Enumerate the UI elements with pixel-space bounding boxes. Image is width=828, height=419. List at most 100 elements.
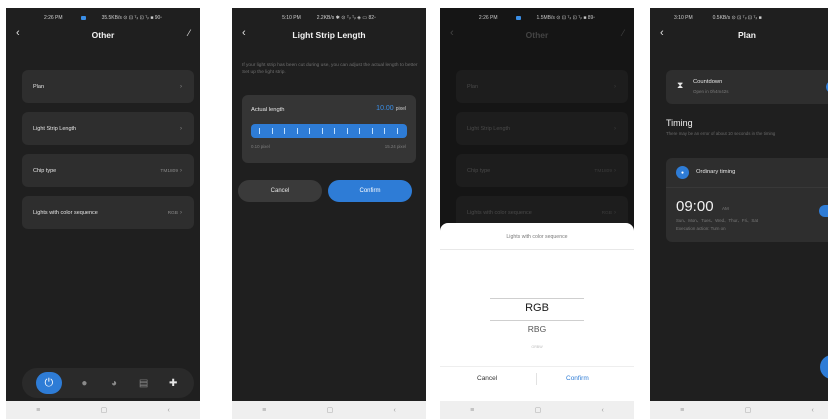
divider xyxy=(666,187,828,188)
divider xyxy=(536,373,537,385)
cancel-button[interactable]: Cancel xyxy=(238,180,322,202)
back-nav-icon[interactable]: ‹ xyxy=(602,407,604,414)
slider-tick xyxy=(309,128,310,134)
bulb-icon[interactable]: ● xyxy=(77,376,91,390)
picker-line-bottom xyxy=(490,320,584,321)
add-timer-button[interactable]: + xyxy=(820,355,828,379)
status-dot-icon xyxy=(515,16,521,20)
hourglass-icon: ⧗ xyxy=(677,80,684,90)
slider-tick xyxy=(384,128,385,134)
slider-tick xyxy=(259,128,260,134)
bottom-nav: ⏻ ● ◕ ▤ ✚ xyxy=(22,368,194,398)
timer-ampm: AM xyxy=(722,206,729,211)
status-network: 0.5KB/s ⊙ ⊡ ᵀᵢₗ ⊡ ᵀᵢₗ ■ xyxy=(712,15,762,21)
home-icon[interactable]: ▢ xyxy=(745,406,752,414)
status-time: 5:10 PM xyxy=(282,15,301,21)
row-value: TM1809 xyxy=(160,168,178,174)
back-icon[interactable]: ‹ xyxy=(660,27,664,39)
page-title: Other xyxy=(91,30,115,40)
home-icon[interactable]: ▢ xyxy=(101,406,108,414)
countdown-card[interactable]: ⧗ Countdown Open in 0h4m42s xyxy=(666,70,828,104)
row-chip-type[interactable]: Chip type TM1809 › xyxy=(22,154,194,187)
length-card: Actual length 10.00 pixel 0.10 pixel 15.2… xyxy=(242,95,416,163)
edit-icon[interactable]: ⁄ xyxy=(188,28,190,38)
status-bar: 5:10 PM 2.2KB/s ✱ ⊙ ᵀᵢₗ ᵀᵢₗ ◈ ▭ 82▫ xyxy=(232,8,426,24)
chevron-right-icon: › xyxy=(614,125,616,132)
page-title: Other xyxy=(525,30,549,40)
more-grid-icon[interactable]: ✚ xyxy=(166,376,180,390)
ordinary-timing-card: ● Ordinary timing ▲ 09:00 AM Sun、Mon、Tue… xyxy=(666,158,828,242)
page-header: ‹ Plan xyxy=(650,24,828,46)
slider-max: 15.24 pixel xyxy=(384,144,406,149)
row-label: Chip type xyxy=(33,167,57,174)
row-value: TM1809 xyxy=(594,168,612,174)
back-nav-icon[interactable]: ‹ xyxy=(812,407,814,414)
back-icon[interactable]: ‹ xyxy=(16,27,20,39)
chevron-right-icon: › xyxy=(180,209,182,216)
menu-icon[interactable]: ≡ xyxy=(262,407,266,414)
picker-sheet: Lights with color sequence RGB RBG GRBW … xyxy=(440,223,634,419)
row-label: Chip type xyxy=(467,167,491,174)
status-network: 2.2KB/s ✱ ⊙ ᵀᵢₗ ᵀᵢₗ ◈ ▭ 82▫ xyxy=(316,15,376,21)
row-value: RGB xyxy=(601,210,612,216)
status-bar: 2:26 PM 1.5MB/s ⊙ ⊡ ᵀᵢₗ ⊡ ᵀᵢₗ ■ 89▫ xyxy=(440,8,634,24)
length-slider[interactable] xyxy=(251,124,407,138)
page-header: ‹ Other ⁄ xyxy=(440,24,634,46)
row-color-sequence[interactable]: Lights with color sequence RGB › xyxy=(22,196,194,229)
menu-icon[interactable]: ≡ xyxy=(470,407,474,414)
phone-color-sequence-picker: 2:26 PM 1.5MB/s ⊙ ⊡ ᵀᵢₗ ⊡ ᵀᵢₗ ■ 89▫ ‹ Ot… xyxy=(440,8,634,419)
countdown-title: Countdown xyxy=(693,79,723,85)
back-nav-icon[interactable]: ‹ xyxy=(168,407,170,414)
status-dot-icon xyxy=(80,16,86,20)
slider-tick xyxy=(359,128,360,134)
chevron-right-icon: › xyxy=(614,167,616,174)
length-number: 10.00 xyxy=(376,105,394,112)
row-value: RGB xyxy=(167,210,178,216)
sheet-title: Lights with color sequence xyxy=(506,234,568,240)
slider-min: 0.10 pixel xyxy=(251,144,270,149)
back-icon[interactable]: ‹ xyxy=(242,27,246,39)
page-header: ‹ Other ⁄ xyxy=(6,24,200,46)
phone-other-settings: 2:26 PM 35.5KB/s ⊙ ⊡ ᵀᵢₗ ⊡ ᵀᵢₗ ■ 90▫ ‹ O… xyxy=(6,8,200,419)
slider-tick xyxy=(271,128,273,134)
timer-toggle[interactable] xyxy=(819,205,828,217)
phone-light-strip-length: 5:10 PM 2.2KB/s ✱ ⊙ ᵀᵢₗ ᵀᵢₗ ◈ ▭ 82▫ ‹ Li… xyxy=(232,8,426,419)
music-icon[interactable]: ▤ xyxy=(137,376,151,390)
clock-icon: ● xyxy=(676,166,689,179)
picker-option[interactable]: GRBW xyxy=(440,345,634,349)
confirm-button[interactable]: Confirm xyxy=(566,375,589,382)
status-time: 2:26 PM xyxy=(43,15,63,21)
row-label: Light Strip Length xyxy=(33,125,77,132)
home-icon[interactable]: ▢ xyxy=(535,406,542,414)
home-icon[interactable]: ▢ xyxy=(327,406,334,414)
page-title: Plan xyxy=(738,30,756,40)
status-bar: 3:10 PM 0.5KB/s ⊙ ⊡ ᵀᵢₗ ⊡ ᵀᵢₗ ■ xyxy=(650,8,828,24)
timing-hint: There may be an error of about 10 second… xyxy=(666,131,776,136)
picker-line-top xyxy=(490,298,584,299)
power-icon[interactable]: ⏻ xyxy=(35,372,62,394)
picker-option-selected[interactable]: RGB xyxy=(440,302,634,314)
row-label: Lights with color sequence xyxy=(467,209,532,216)
system-nav-bar: ≡ ▢ ‹ xyxy=(232,401,426,419)
slider-tick xyxy=(284,128,285,134)
timer-time: 09:00 xyxy=(676,198,714,215)
picker-option[interactable]: RBG xyxy=(440,324,634,334)
menu-icon[interactable]: ≡ xyxy=(680,407,684,414)
status-time: 3:10 PM xyxy=(674,15,693,21)
row-plan[interactable]: Plan › xyxy=(456,70,628,103)
row-light-strip-length[interactable]: Light Strip Length › xyxy=(456,112,628,145)
row-light-strip-length[interactable]: Light Strip Length › xyxy=(22,112,194,145)
back-icon[interactable]: ‹ xyxy=(450,27,454,39)
row-chip-type[interactable]: Chip type TM1809 › xyxy=(456,154,628,187)
confirm-button[interactable]: Confirm xyxy=(328,180,412,202)
back-nav-icon[interactable]: ‹ xyxy=(394,407,396,414)
ordinary-timing-label[interactable]: Ordinary timing xyxy=(696,169,735,175)
edit-icon[interactable]: ⁄ xyxy=(622,28,624,38)
menu-icon[interactable]: ≡ xyxy=(36,407,40,414)
countdown-subtitle: Open in 0h4m42s xyxy=(693,89,729,94)
palette-icon[interactable]: ◕ xyxy=(107,376,121,390)
row-plan[interactable]: Plan › xyxy=(22,70,194,103)
sheet-button-bar xyxy=(440,366,634,392)
cancel-button[interactable]: Cancel xyxy=(477,375,497,382)
length-value: 10.00 pixel xyxy=(376,105,406,112)
